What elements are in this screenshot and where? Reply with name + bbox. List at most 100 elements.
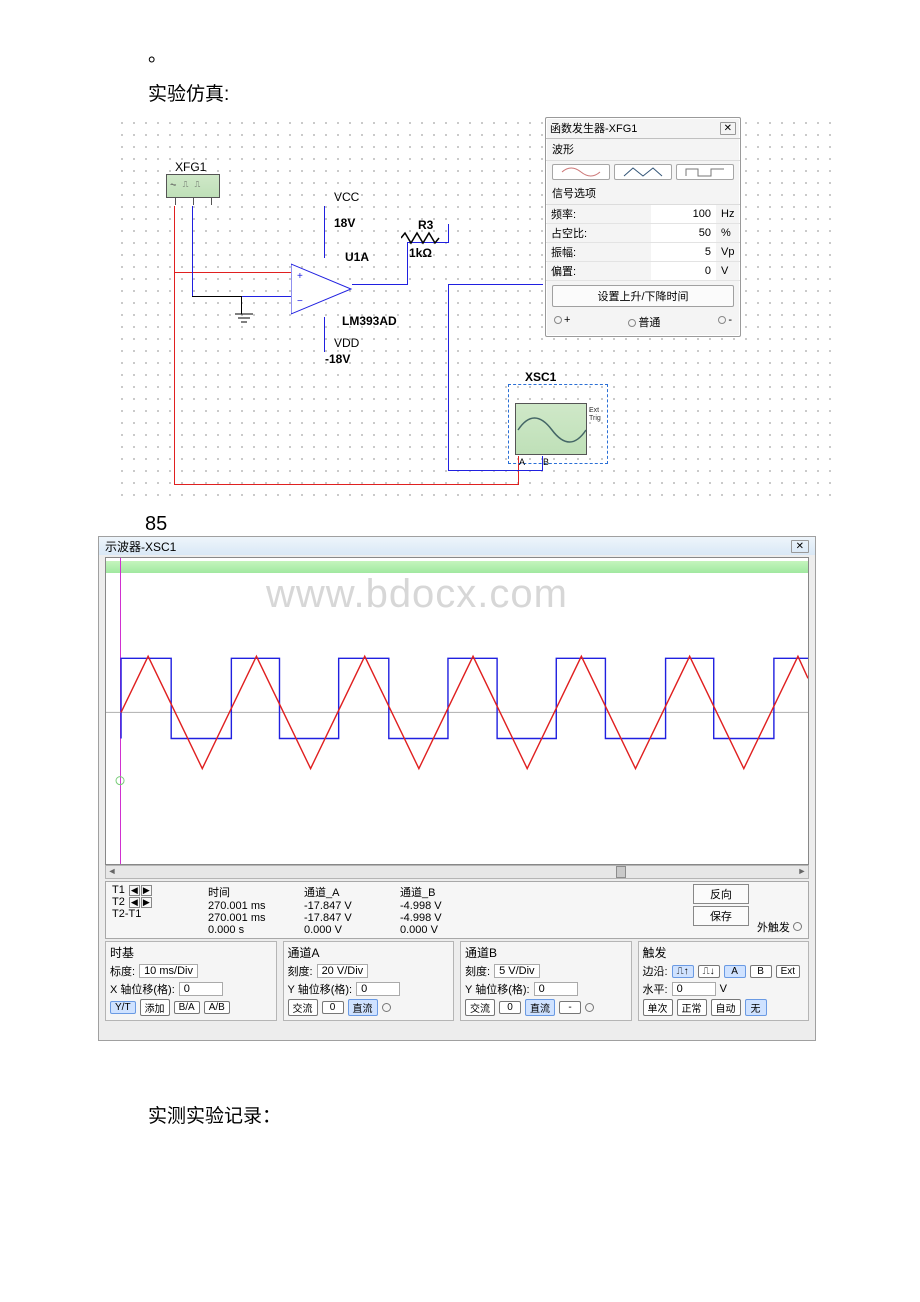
fg-freq-unit: Hz [716,205,740,224]
chb-dc-button[interactable]: 直流 [525,999,555,1016]
fg-offset-label: 偏置: [546,262,651,281]
v18p: 18V [334,216,355,230]
t1-time: 270.001 ms [208,900,296,912]
fg-rise-fall-button[interactable]: 设置上升/下降时间 [552,285,734,307]
wave-square-button[interactable] [676,164,734,180]
function-generator-panel: 函数发生器-XFG1 ✕ 波形 信号选项 频率:100Hz 占空比:50% 振幅… [545,117,741,337]
t1-right-button[interactable]: ▶ [141,885,152,896]
ab-button[interactable]: A/B [204,1001,230,1014]
wire [448,284,449,470]
chb-scale-value[interactable]: 5 V/Div [494,964,539,978]
fg-minus[interactable]: - [728,314,732,326]
lm393: LM393AD [342,314,397,328]
channel-b-group: 通道B 刻度: 5 V/Div Y 轴位移(格): 0 交流 0 直流 - [460,941,632,1021]
t1-label: T1 [112,884,125,896]
chb-enable-radio[interactable] [585,1003,594,1012]
close-icon[interactable]: ✕ [791,540,809,553]
fg-amp-label: 振幅: [546,243,651,262]
fg-duty-value[interactable]: 50 [651,224,716,243]
chb-ac-button[interactable]: 交流 [465,999,495,1016]
trig-b-button[interactable]: B [750,965,772,978]
tb-scale-value[interactable]: 10 ms/Div [139,964,198,978]
chb-dash-button[interactable]: - [559,1001,581,1014]
timebase-scrollbar[interactable]: ◄ ► [105,865,809,879]
channel-a-group: 通道A 刻度: 20 V/Div Y 轴位移(格): 0 交流 0 直流 [283,941,455,1021]
cha-0-button[interactable]: 0 [322,1001,344,1014]
close-icon[interactable]: ✕ [720,122,736,135]
chb-ypos-label: Y 轴位移(格): [465,981,530,997]
t2-right-button[interactable]: ▶ [141,897,152,908]
wave-triangle-button[interactable] [614,164,672,180]
cha-scale-value[interactable]: 20 V/Div [317,964,369,978]
trig-level-value[interactable]: 0 [672,982,716,996]
d-chb: 0.000 V [400,924,488,936]
xsc-port-a: A [519,457,525,467]
trig-auto-button[interactable]: 自动 [711,999,741,1016]
t2-left-button[interactable]: ◀ [129,897,140,908]
ground-icon [235,312,253,328]
v18n: -18V [325,352,350,366]
scroll-right-icon[interactable]: ► [796,866,808,878]
trig-level-unit: V [720,983,727,995]
fg-options-label: 信号选项 [546,183,740,205]
timebase-group: 时基 标度: 10 ms/Div X 轴位移(格): 0 Y/T 添加 B/A … [105,941,277,1021]
wire [174,272,175,484]
cha-scale-label: 刻度: [288,963,313,979]
wire [448,284,543,285]
t2t1-label: T2-T1 [112,908,200,920]
wire [174,206,175,272]
trig-a-button[interactable]: A [724,965,746,978]
page-number: 85 [0,499,920,536]
chb-0-button[interactable]: 0 [499,1001,521,1014]
fg-amp-unit: Vp [716,243,740,262]
edge-rise-button[interactable]: ⎍↑ [672,965,694,978]
tb-xpos-value[interactable]: 0 [179,982,223,996]
t1-left-button[interactable]: ◀ [129,885,140,896]
scope-title: 示波器-XSC1 [105,538,176,555]
xsc1-icon: Ext Trig A B [508,384,608,464]
invert-button[interactable]: 反向 [693,884,749,904]
t2-cha: -17.847 V [304,912,392,924]
add-button[interactable]: 添加 [140,999,170,1016]
fg-plus[interactable]: + [564,314,570,326]
t2-time: 270.001 ms [208,912,296,924]
fg-params-table: 频率:100Hz 占空比:50% 振幅:5Vp 偏置:0V [546,205,740,281]
trig-single-button[interactable]: 单次 [643,999,673,1016]
cha-ypos-value[interactable]: 0 [356,982,400,996]
fg-common[interactable]: 普通 [638,317,660,329]
cha-dc-button[interactable]: 直流 [348,999,378,1016]
tb-xpos-label: X 轴位移(格): [110,981,175,997]
timebase-header: 时基 [110,944,272,961]
xfg1-label: XFG1 [175,160,206,174]
d-cha: 0.000 V [304,924,392,936]
ext-trig-radio[interactable] [793,922,802,931]
ba-button[interactable]: B/A [174,1001,200,1014]
xsc-port-b: B [543,457,549,467]
trig-normal-button[interactable]: 正常 [677,999,707,1016]
edge-fall-button[interactable]: ⎍↓ [698,965,720,978]
fg-freq-value[interactable]: 100 [651,205,716,224]
save-button[interactable]: 保存 [693,906,749,926]
scroll-thumb[interactable] [616,866,626,878]
wire [407,242,408,285]
yt-button[interactable]: Y/T [110,1001,136,1014]
cha-ac-button[interactable]: 交流 [288,999,318,1016]
cha-enable-radio[interactable] [382,1003,391,1012]
fg-title: 函数发生器-XFG1 [550,120,637,136]
scroll-left-icon[interactable]: ◄ [106,866,118,878]
trig-level-label: 水平: [643,981,668,997]
trig-none-button[interactable]: 无 [745,999,767,1016]
fg-amp-value[interactable]: 5 [651,243,716,262]
trig-header: 触发 [643,944,805,961]
fg-offset-value[interactable]: 0 [651,262,716,281]
time-col-header: 时间 [208,884,296,900]
vcc-label: VCC [334,190,359,204]
fg-duty-label: 占空比: [546,224,651,243]
wave-sine-button[interactable] [552,164,610,180]
t1-cha: -17.847 V [304,900,392,912]
chb-ypos-value[interactable]: 0 [534,982,578,996]
wire [324,206,325,258]
heading-simulation: 实验仿真: [0,69,920,108]
trig-ext-button[interactable]: Ext [776,965,800,978]
cha-ypos-label: Y 轴位移(格): [288,981,353,997]
